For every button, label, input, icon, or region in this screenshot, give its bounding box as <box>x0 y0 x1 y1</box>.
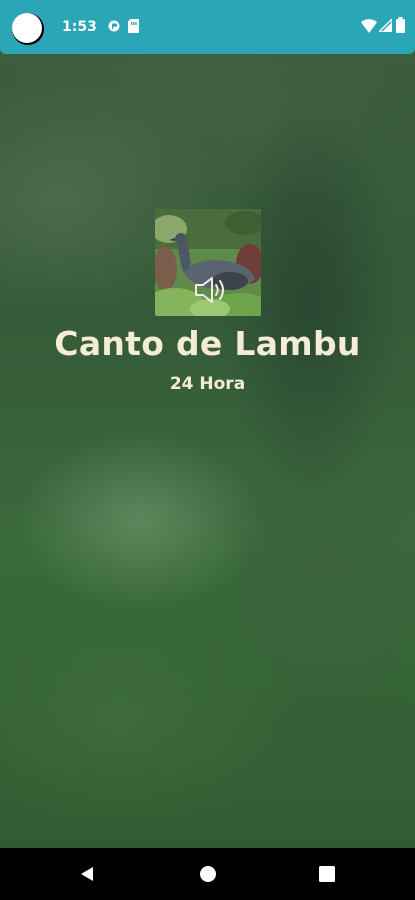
page-title: Canto de Lambu <box>54 324 361 363</box>
status-clock: 1:53 <box>62 19 97 35</box>
status-bar: 1:53 <box>0 0 415 54</box>
sim-card-icon <box>128 19 139 33</box>
battery-icon <box>396 17 405 33</box>
speaker-icon[interactable] <box>193 276 227 304</box>
notification-app-icon <box>108 20 120 32</box>
system-navigation-bar <box>0 848 415 900</box>
cellular-signal-icon <box>379 19 392 32</box>
duration-label: 24 Hora <box>169 374 246 394</box>
home-icon[interactable] <box>199 865 217 883</box>
app-screen: 1:53 Canto de Lambu 24 Hora <box>0 0 415 900</box>
forest-background-image <box>0 0 415 900</box>
wifi-icon <box>361 19 377 33</box>
back-icon[interactable] <box>78 865 96 883</box>
recents-icon[interactable] <box>319 866 335 882</box>
camera-cutout <box>12 13 44 45</box>
